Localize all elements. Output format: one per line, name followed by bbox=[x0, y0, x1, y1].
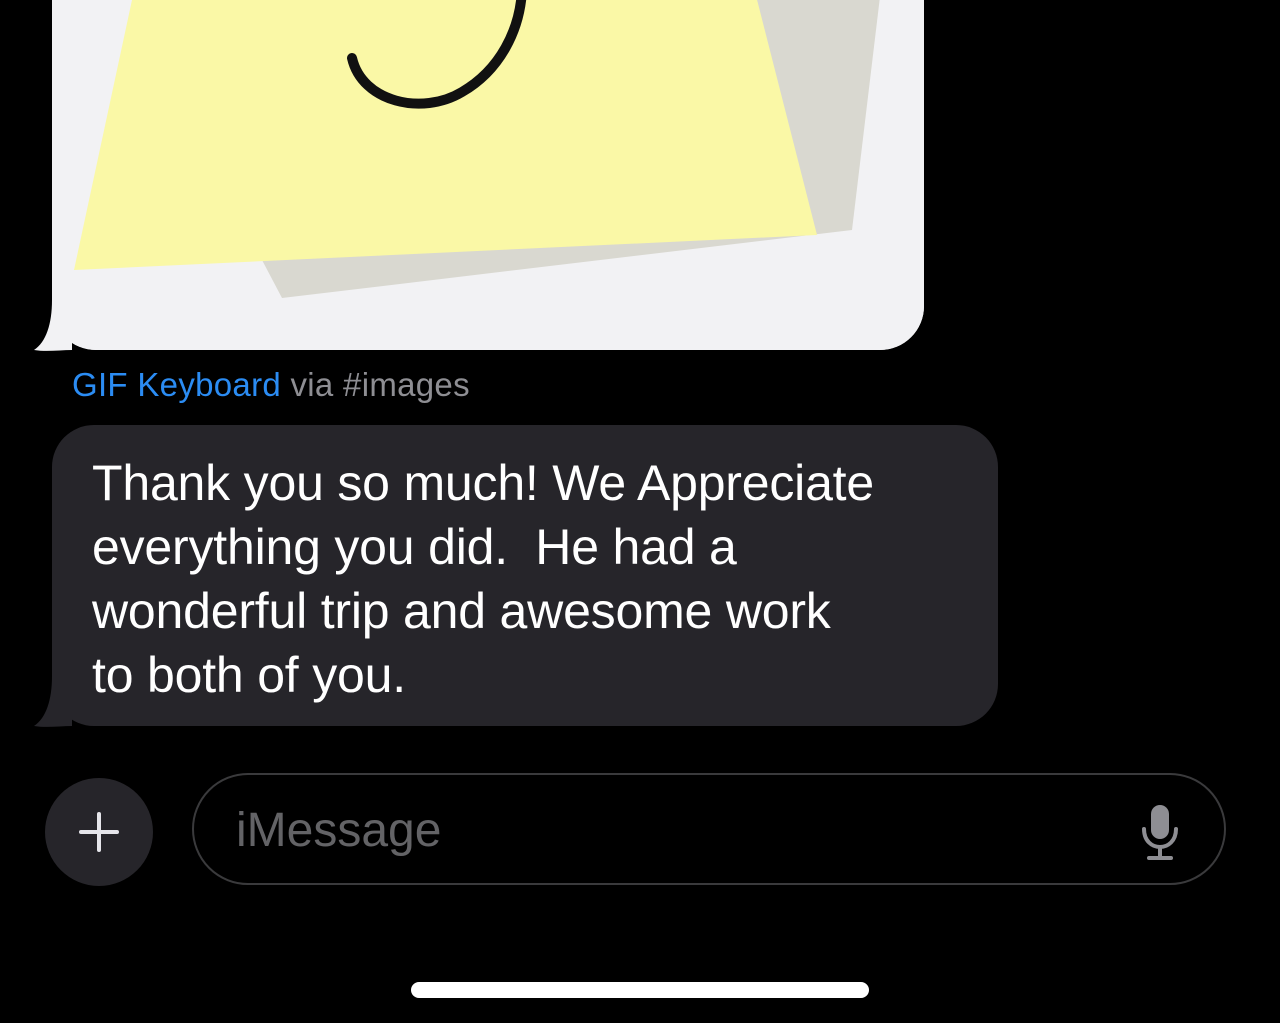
gif-message-bubble[interactable] bbox=[52, 0, 924, 350]
microphone-icon[interactable] bbox=[1140, 803, 1180, 861]
bubble-tail bbox=[34, 676, 72, 727]
sticky-note bbox=[74, 0, 817, 270]
message-input-placeholder: iMessage bbox=[236, 804, 442, 857]
plus-icon bbox=[79, 812, 119, 852]
attribution-via-text: via #images bbox=[281, 366, 470, 403]
message-text: Thank you so much! We Appreciate everyth… bbox=[92, 455, 874, 703]
apps-plus-button[interactable] bbox=[45, 778, 153, 886]
sticky-note-gif bbox=[52, 0, 924, 350]
gif-keyboard-link[interactable]: GIF Keyboard bbox=[72, 366, 281, 403]
home-indicator[interactable] bbox=[411, 982, 869, 998]
message-input-field[interactable]: iMessage bbox=[192, 773, 1226, 885]
gif-attribution: GIF Keyboard via #images bbox=[72, 366, 470, 404]
bubble-tail bbox=[34, 300, 72, 351]
messages-screen: GIF Keyboard via #images Thank you so mu… bbox=[0, 0, 1280, 1023]
